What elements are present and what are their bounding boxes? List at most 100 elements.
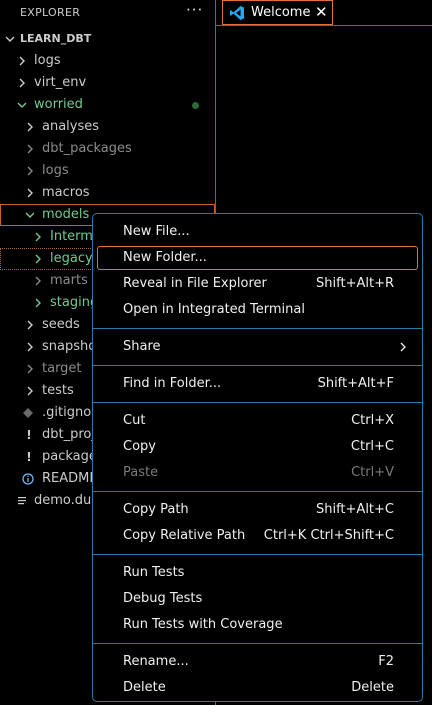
menu-shortcut: Shift+Alt+F	[317, 376, 394, 391]
tree-item-analyses[interactable]: analyses	[0, 116, 215, 138]
menu-copy[interactable]: Copy Ctrl+C	[97, 435, 418, 459]
tree-item-label: macros	[42, 185, 90, 200]
menu-label: Delete	[123, 680, 166, 695]
tree-root[interactable]: LEARN_DBT	[0, 28, 215, 50]
tree-item-label: logs	[42, 163, 69, 178]
menu-label: Find in Folder...	[123, 376, 222, 391]
tab-welcome[interactable]: Welcome ✕	[222, 0, 333, 25]
menu-separator	[93, 402, 422, 403]
more-actions-icon[interactable]: ···	[186, 1, 203, 19]
tree-item-label: seeds	[42, 317, 80, 332]
chevron-right-icon	[24, 160, 38, 177]
tree-item-label: legacy	[50, 251, 93, 266]
menu-run-tests-coverage[interactable]: Run Tests with Coverage	[97, 613, 418, 637]
explorer-header: EXPLORER ···	[0, 0, 216, 26]
menu-reveal-in-explorer[interactable]: Reveal in File Explorer Shift+Alt+R	[97, 272, 418, 296]
tree-item-label: marts	[50, 273, 88, 288]
chevron-right-icon	[32, 292, 46, 309]
menu-shortcut: F2	[378, 654, 394, 669]
tree-item-label: tests	[42, 383, 74, 398]
menu-new-folder[interactable]: New Folder...	[97, 246, 418, 270]
git-modified-dot	[192, 102, 199, 109]
close-icon[interactable]: ✕	[315, 3, 328, 21]
menu-separator	[93, 365, 422, 366]
menu-shortcut: Ctrl+X	[351, 413, 394, 428]
chevron-right-icon	[24, 138, 38, 155]
menu-label: Cut	[123, 413, 146, 428]
menu-debug-tests[interactable]: Debug Tests	[97, 587, 418, 611]
tab-label: Welcome	[251, 5, 311, 20]
chevron-right-icon	[24, 380, 38, 397]
chevron-right-icon	[24, 358, 38, 375]
menu-copy-path[interactable]: Copy Path Shift+Alt+C	[97, 498, 418, 522]
menu-label: Run Tests with Coverage	[123, 617, 283, 632]
yaml-file-icon: !	[26, 428, 32, 442]
menu-label: Reveal in File Explorer	[123, 276, 267, 291]
tree-item-label: demo.duc	[34, 493, 99, 508]
chevron-right-icon	[16, 72, 30, 89]
chevron-right-icon	[24, 314, 38, 331]
tree-item-logs-2[interactable]: logs	[0, 160, 215, 182]
chevron-right-icon	[32, 248, 46, 265]
tree-item-label: dbt_packages	[42, 141, 132, 156]
menu-label: Paste	[123, 465, 159, 480]
menu-rename[interactable]: Rename... F2	[97, 650, 418, 674]
menu-label: Copy Relative Path	[123, 528, 246, 543]
explorer-title: EXPLORER	[20, 6, 81, 19]
info-icon	[22, 468, 36, 485]
git-file-icon	[22, 402, 36, 419]
tree-item-label: worried	[34, 97, 83, 112]
menu-shortcut: Ctrl+V	[351, 465, 394, 480]
tree-item-label: logs	[34, 53, 61, 68]
menu-label: New File...	[123, 224, 190, 239]
menu-paste: Paste Ctrl+V	[97, 461, 418, 485]
menu-shortcut: Delete	[351, 680, 394, 695]
tree-item-dbt-packages[interactable]: dbt_packages	[0, 138, 215, 160]
tree-item-worried[interactable]: worried	[0, 94, 215, 116]
tree-item-label: virt_env	[34, 75, 87, 90]
file-lines-icon	[16, 490, 30, 507]
menu-share[interactable]: Share	[97, 335, 418, 359]
chevron-right-icon	[398, 335, 408, 368]
menu-find-in-folder[interactable]: Find in Folder... Shift+Alt+F	[97, 372, 418, 396]
chevron-right-icon	[32, 226, 46, 243]
vscode-icon	[229, 5, 245, 25]
menu-separator	[93, 643, 422, 644]
tree-item-label: target	[42, 361, 82, 376]
tree-root-label: LEARN_DBT	[20, 32, 92, 45]
menu-label: Open in Integrated Terminal	[123, 302, 305, 317]
tree-item-macros[interactable]: macros	[0, 182, 215, 204]
menu-label: Copy	[123, 439, 156, 454]
menu-separator	[93, 328, 422, 329]
context-menu: New File... New Folder... Reveal in File…	[92, 213, 423, 702]
menu-delete[interactable]: Delete Delete	[97, 676, 418, 700]
tree-item-label: staging	[50, 295, 99, 310]
chevron-right-icon	[32, 270, 46, 287]
menu-new-file[interactable]: New File...	[97, 220, 418, 244]
menu-open-terminal[interactable]: Open in Integrated Terminal	[97, 298, 418, 322]
menu-label: Rename...	[123, 654, 189, 669]
menu-cut[interactable]: Cut Ctrl+X	[97, 409, 418, 433]
menu-shortcut: Ctrl+K Ctrl+Shift+C	[263, 528, 394, 543]
chevron-down-icon	[16, 94, 30, 111]
chevron-down-icon	[24, 204, 38, 221]
tree-item-virt-env[interactable]: virt_env	[0, 72, 215, 94]
menu-label: Share	[123, 339, 161, 354]
chevron-right-icon	[24, 336, 38, 353]
chevron-right-icon	[16, 50, 30, 67]
menu-label: Copy Path	[123, 502, 189, 517]
editor-tab-bar: Welcome ✕	[216, 0, 432, 26]
menu-label: New Folder...	[123, 250, 207, 265]
menu-copy-relative-path[interactable]: Copy Relative Path Ctrl+K Ctrl+Shift+C	[97, 524, 418, 548]
menu-shortcut: Ctrl+C	[350, 439, 394, 454]
tree-item-logs[interactable]: logs	[0, 50, 215, 72]
chevron-right-icon	[24, 182, 38, 199]
tree-item-label: models	[42, 207, 90, 222]
chevron-right-icon	[24, 116, 38, 133]
menu-label: Run Tests	[123, 565, 185, 580]
tree-item-label: .gitignor	[42, 405, 97, 420]
menu-run-tests[interactable]: Run Tests	[97, 561, 418, 585]
menu-label: Debug Tests	[123, 591, 203, 606]
menu-separator	[93, 491, 422, 492]
tree-item-label: analyses	[42, 119, 100, 134]
